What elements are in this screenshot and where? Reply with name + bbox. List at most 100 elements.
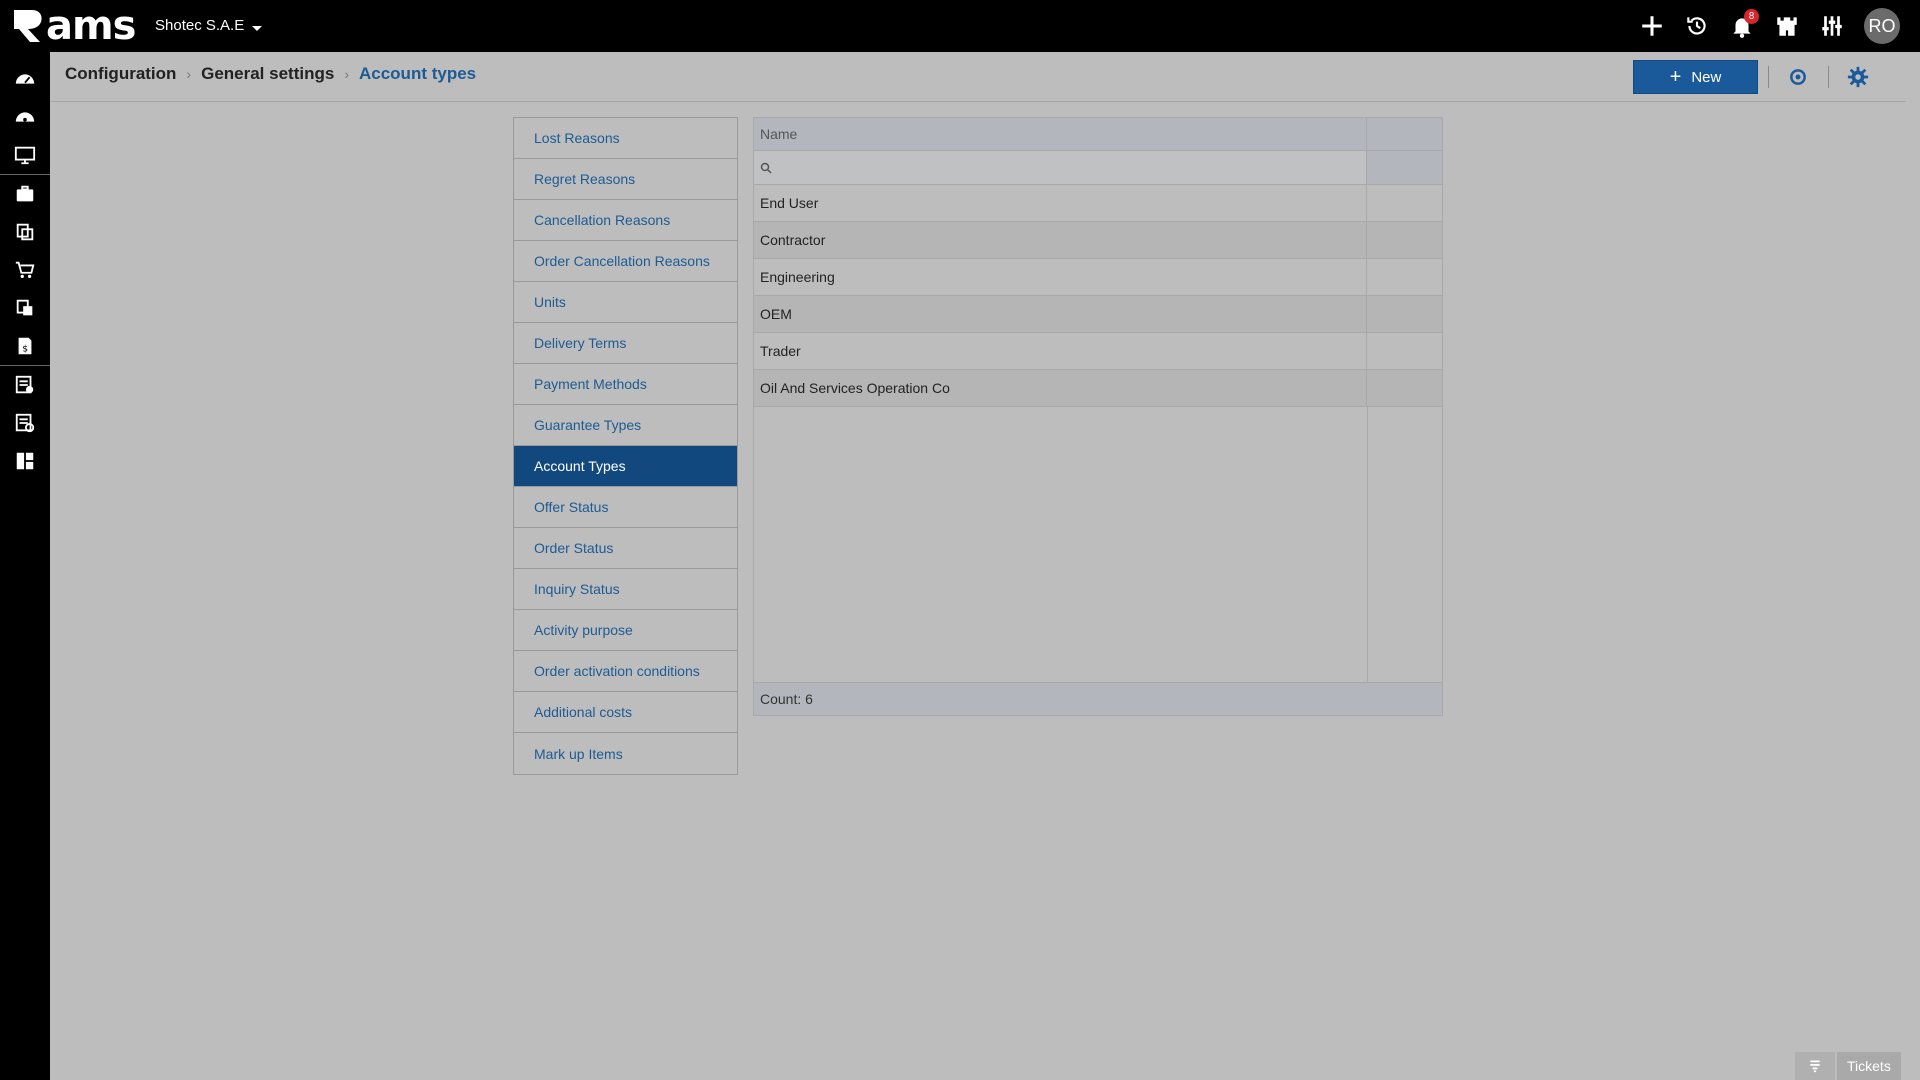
chevron-down-icon <box>252 26 263 31</box>
breadcrumb-configuration[interactable]: Configuration <box>65 64 176 84</box>
settings-menu: Lost Reasons Regret Reasons Cancellation… <box>513 117 738 775</box>
menu-item-order-status[interactable]: Order Status <box>514 528 737 569</box>
plus-icon <box>1641 16 1662 36</box>
new-button[interactable]: + New <box>1633 60 1758 94</box>
notifications-button[interactable]: 8 <box>1719 0 1764 52</box>
menu-icon <box>1810 1060 1820 1073</box>
nav-briefcase[interactable] <box>0 175 50 213</box>
grid-icon <box>16 452 34 470</box>
table-row[interactable]: Engineering <box>754 259 1442 296</box>
plus-icon: + <box>1669 66 1682 88</box>
history-icon <box>1686 17 1706 35</box>
grid-filter-row <box>754 151 1442 185</box>
cell-name: Trader <box>754 333 1367 369</box>
monitor-icon <box>14 146 36 165</box>
company-selector[interactable]: Shotec S.A.E <box>155 17 263 34</box>
gear-icon <box>1847 66 1869 88</box>
cell-name: Engineering <box>754 259 1367 295</box>
search-icon <box>760 162 772 174</box>
nav-speedometer[interactable] <box>0 98 50 136</box>
name-filter-input[interactable] <box>778 159 1358 176</box>
settings-sliders-button[interactable] <box>1809 0 1854 52</box>
menu-item-offer-status[interactable]: Offer Status <box>514 487 737 528</box>
logo-text: ams <box>46 3 136 49</box>
menu-item-lost-reasons[interactable]: Lost Reasons <box>514 118 737 159</box>
nav-documents[interactable] <box>0 213 50 251</box>
table-row[interactable]: OEM <box>754 296 1442 333</box>
app-logo[interactable]: ams <box>10 3 136 49</box>
menu-item-mark-up-items[interactable]: Mark up Items <box>514 733 737 774</box>
settings-button[interactable] <box>1846 65 1870 89</box>
svg-text:$: $ <box>22 344 28 355</box>
breadcrumb-general-settings[interactable]: General settings <box>201 64 334 84</box>
tickets-widget[interactable]: Tickets <box>1795 1052 1901 1080</box>
menu-item-delivery-terms[interactable]: Delivery Terms <box>514 323 737 364</box>
nav-catalog[interactable] <box>0 289 50 327</box>
menu-item-units[interactable]: Units <box>514 282 737 323</box>
row-count: Count: 6 <box>760 691 813 707</box>
castle-icon <box>1776 17 1797 36</box>
menu-item-inquiry-status[interactable]: Inquiry Status <box>514 569 737 610</box>
breadcrumb-account-types: Account types <box>358 64 477 83</box>
refresh-button[interactable] <box>1786 65 1810 89</box>
column-header-name[interactable]: Name <box>754 118 1367 150</box>
table-row[interactable]: Oil And Services Operation Co <box>754 370 1442 407</box>
tickets-label[interactable]: Tickets <box>1837 1052 1901 1080</box>
column-header-actions <box>1367 118 1442 150</box>
menu-item-payment-methods[interactable]: Payment Methods <box>514 364 737 405</box>
cell-name: OEM <box>754 296 1367 332</box>
history-button[interactable] <box>1674 0 1719 52</box>
account-types-grid: Name End User Contractor Engineering OEM… <box>753 117 1443 716</box>
table-row[interactable]: Contractor <box>754 222 1442 259</box>
column-divider <box>1367 407 1368 684</box>
new-button-label: New <box>1691 68 1722 86</box>
nav-invoice[interactable]: $ <box>0 327 50 365</box>
header-divider <box>1768 66 1769 88</box>
speedometer-icon <box>15 112 35 122</box>
menu-item-order-cancellation-reasons[interactable]: Order Cancellation Reasons <box>514 241 737 282</box>
chevron-right-icon: › <box>344 66 349 82</box>
invoice-icon: $ <box>18 337 32 355</box>
documents-icon <box>16 223 34 241</box>
menu-item-additional-costs[interactable]: Additional costs <box>514 692 737 733</box>
nav-settings-list[interactable] <box>0 404 50 442</box>
add-button[interactable] <box>1629 0 1674 52</box>
nav-dashboard[interactable] <box>0 60 50 98</box>
cell-name: End User <box>754 185 1367 221</box>
avatar[interactable]: RO <box>1864 8 1900 44</box>
menu-item-guarantee-types[interactable]: Guarantee Types <box>514 405 737 446</box>
nav-grid[interactable] <box>0 442 50 480</box>
top-bar: ams Shotec S.A.E 8 RO <box>0 0 1920 52</box>
catalog-icon <box>16 299 33 316</box>
notification-badge: 8 <box>1744 9 1759 24</box>
nav-checklist[interactable] <box>0 366 50 404</box>
table-row[interactable]: End User <box>754 185 1442 222</box>
menu-item-activity-purpose[interactable]: Activity purpose <box>514 610 737 651</box>
grid-footer: Count: 6 <box>754 682 1442 715</box>
sliders-icon <box>1821 16 1842 36</box>
nav-cart[interactable] <box>0 251 50 289</box>
checklist-icon <box>15 375 34 394</box>
menu-item-regret-reasons[interactable]: Regret Reasons <box>514 159 737 200</box>
menu-item-account-types[interactable]: Account Types <box>514 446 737 487</box>
cell-name: Contractor <box>754 222 1367 258</box>
chevron-right-icon: › <box>186 66 192 82</box>
table-row[interactable]: Trader <box>754 333 1442 370</box>
side-navigation: $ <box>0 52 50 1080</box>
nav-monitor[interactable] <box>0 136 50 174</box>
grid-body: End User Contractor Engineering OEM Trad… <box>754 185 1442 684</box>
header-divider <box>1828 66 1829 88</box>
breadcrumb: Configuration › General settings › Accou… <box>65 64 476 84</box>
company-name: Shotec S.A.E <box>155 17 245 34</box>
cell-name: Oil And Services Operation Co <box>754 370 1367 406</box>
grid-header: Name <box>754 118 1442 151</box>
cart-icon <box>15 261 35 279</box>
castle-button[interactable] <box>1764 0 1809 52</box>
refresh-icon <box>1790 69 1806 85</box>
settings-list-icon <box>15 413 35 433</box>
menu-item-cancellation-reasons[interactable]: Cancellation Reasons <box>514 200 737 241</box>
collapse-icon[interactable] <box>1795 1052 1835 1080</box>
page-header: Configuration › General settings › Accou… <box>50 52 1906 102</box>
dashboard-icon <box>15 74 35 84</box>
menu-item-order-activation-conditions[interactable]: Order activation conditions <box>514 651 737 692</box>
